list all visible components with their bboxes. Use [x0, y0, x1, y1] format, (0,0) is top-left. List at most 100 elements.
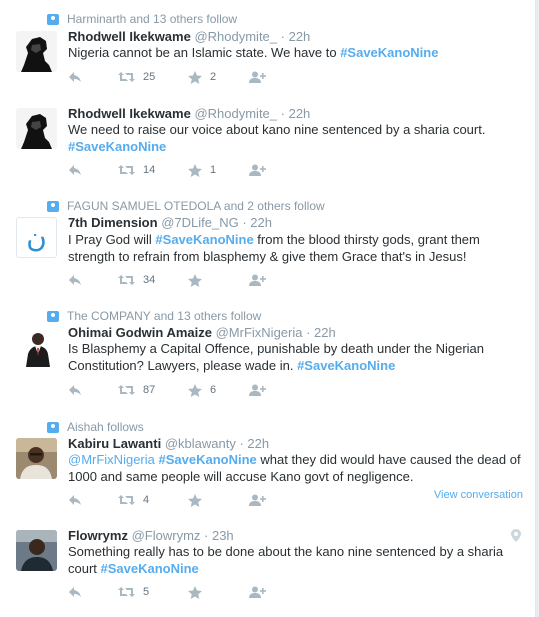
reply-button[interactable] [68, 381, 82, 399]
retweet-count: 4 [143, 494, 150, 506]
mention-link[interactable]: @MrFixNigeria [68, 452, 155, 467]
follow-icon [249, 164, 266, 176]
retweet-count: 87 [143, 384, 156, 396]
follow-button[interactable] [249, 583, 266, 601]
tweet[interactable]: The COMPANY and 13 others follow Ohimai … [0, 298, 535, 409]
username[interactable]: @Rhodymite_ [194, 29, 277, 44]
context-text[interactable]: The COMPANY and 13 others follow [67, 309, 261, 323]
tweet-text-body: We need to raise our voice about kano ni… [68, 122, 486, 137]
username[interactable]: @MrFixNigeria [216, 325, 303, 340]
tweet[interactable]: FAGUN SAMUEL OTEDOLA and 2 others follow… [0, 190, 535, 299]
follow-icon [249, 274, 266, 286]
star-icon [188, 493, 202, 507]
context-text[interactable]: Aishah follows [67, 420, 144, 434]
retweet-icon [118, 165, 135, 175]
tweet[interactable]: Harminarth and 13 others follow Rhodwell… [0, 0, 535, 99]
timestamp[interactable]: · 22h [242, 215, 272, 230]
follow-button[interactable] [249, 68, 266, 86]
retweet-button[interactable]: 87 [118, 381, 155, 399]
timestamp[interactable]: · 22h [281, 106, 311, 121]
star-icon [188, 163, 202, 177]
follow-button[interactable] [249, 491, 266, 509]
favorite-count: 1 [210, 164, 217, 176]
view-conversation-link[interactable]: View conversation [434, 489, 523, 501]
retweet-icon [118, 385, 135, 395]
timestamp[interactable]: · 22h [239, 436, 269, 451]
retweet-button[interactable]: 14 [118, 161, 155, 179]
tweet-text-body: I Pray God will [68, 232, 156, 247]
star-icon [188, 70, 202, 84]
reply-button[interactable] [68, 491, 82, 509]
fullname[interactable]: Rhodwell Ikekwame [68, 106, 191, 121]
favorite-button[interactable]: 6 [188, 381, 216, 399]
follow-button[interactable] [249, 271, 266, 289]
timeline: Harminarth and 13 others follow Rhodwell… [0, 0, 536, 617]
tweet-text: Nigeria cannot be an Islamic state. We h… [68, 44, 523, 61]
tweet-header: Flowrymz @Flowrymz · 23h [68, 528, 234, 543]
fullname[interactable]: Flowrymz [68, 528, 128, 543]
context-text[interactable]: Harminarth and 13 others follow [67, 12, 237, 26]
follow-button[interactable] [249, 161, 266, 179]
username[interactable]: @7DLife_NG [161, 215, 239, 230]
avatar[interactable] [16, 31, 57, 72]
fullname[interactable]: Kabiru Lawanti [68, 436, 161, 451]
retweet-button[interactable]: 4 [118, 491, 149, 509]
avatar-glyph: ن [26, 220, 47, 254]
avatar[interactable] [16, 326, 57, 367]
tweet[interactable]: Flowrymz @Flowrymz · 23h Something reall… [0, 519, 535, 617]
favorite-button[interactable] [188, 271, 202, 289]
hashtag-link[interactable]: #SaveKanoNine [297, 358, 395, 373]
retweet-button[interactable]: 25 [118, 68, 155, 86]
avatar[interactable] [16, 108, 57, 149]
retweet-button[interactable]: 5 [118, 583, 149, 601]
tweet-header: Ohimai Godwin Amaize @MrFixNigeria · 22h [68, 325, 336, 340]
favorite-button[interactable] [188, 491, 202, 509]
tweet-header: 7th Dimension @7DLife_NG · 22h [68, 215, 272, 230]
favorite-button[interactable] [188, 583, 202, 601]
tweet-header: Rhodwell Ikekwame @Rhodymite_ · 22h [68, 29, 310, 44]
fullname[interactable]: Ohimai Godwin Amaize [68, 325, 212, 340]
social-context: FAGUN SAMUEL OTEDOLA and 2 others follow [47, 199, 325, 213]
reply-button[interactable] [68, 583, 82, 601]
hashtag-link[interactable]: #SaveKanoNine [68, 139, 166, 154]
avatar[interactable]: ن [16, 217, 57, 258]
tweet[interactable]: Rhodwell Ikekwame @Rhodymite_ · 22h We n… [0, 98, 535, 191]
tweet-text: Is Blasphemy a Capital Offence, punishab… [68, 340, 523, 374]
avatar[interactable] [16, 530, 57, 571]
reply-button[interactable] [68, 68, 82, 86]
tweet[interactable]: Aishah follows Kabiru Lawanti @kblawanty… [0, 408, 535, 520]
tweet-text-body: Nigeria cannot be an Islamic state. We h… [68, 45, 341, 60]
context-text[interactable]: FAGUN SAMUEL OTEDOLA and 2 others follow [67, 199, 325, 213]
reply-icon [69, 275, 81, 285]
retweet-count: 25 [143, 71, 156, 83]
timestamp[interactable]: · 22h [281, 29, 311, 44]
fullname[interactable]: Rhodwell Ikekwame [68, 29, 191, 44]
retweet-icon [118, 275, 135, 285]
reply-button[interactable] [68, 161, 82, 179]
hashtag-link[interactable]: #SaveKanoNine [155, 232, 253, 247]
star-icon [188, 383, 202, 397]
follow-button[interactable] [249, 381, 266, 399]
star-icon [188, 585, 202, 599]
username[interactable]: @Rhodymite_ [194, 106, 277, 121]
hashtag-link[interactable]: #SaveKanoNine [340, 45, 438, 60]
reply-button[interactable] [68, 271, 82, 289]
username[interactable]: @Flowrymz [132, 528, 201, 543]
tweet-text-body: Is Blasphemy a Capital Offence, punishab… [68, 341, 485, 373]
hashtag-link[interactable]: #SaveKanoNine [101, 561, 199, 576]
follow-icon [249, 384, 266, 396]
fullname[interactable]: 7th Dimension [68, 215, 158, 230]
follow-icon [249, 494, 266, 506]
timestamp[interactable]: · 22h [306, 325, 336, 340]
reply-icon [69, 587, 81, 597]
tweet-text: @MrFixNigeria #SaveKanoNine what they di… [68, 451, 523, 485]
retweet-icon [118, 587, 135, 597]
favorite-count: 2 [210, 71, 217, 83]
timestamp[interactable]: · 23h [204, 528, 234, 543]
hashtag-link[interactable]: #SaveKanoNine [159, 452, 257, 467]
favorite-button[interactable]: 1 [188, 161, 216, 179]
favorite-button[interactable]: 2 [188, 68, 216, 86]
avatar[interactable] [16, 438, 57, 479]
username[interactable]: @kblawanty [165, 436, 236, 451]
retweet-button[interactable]: 34 [118, 271, 155, 289]
